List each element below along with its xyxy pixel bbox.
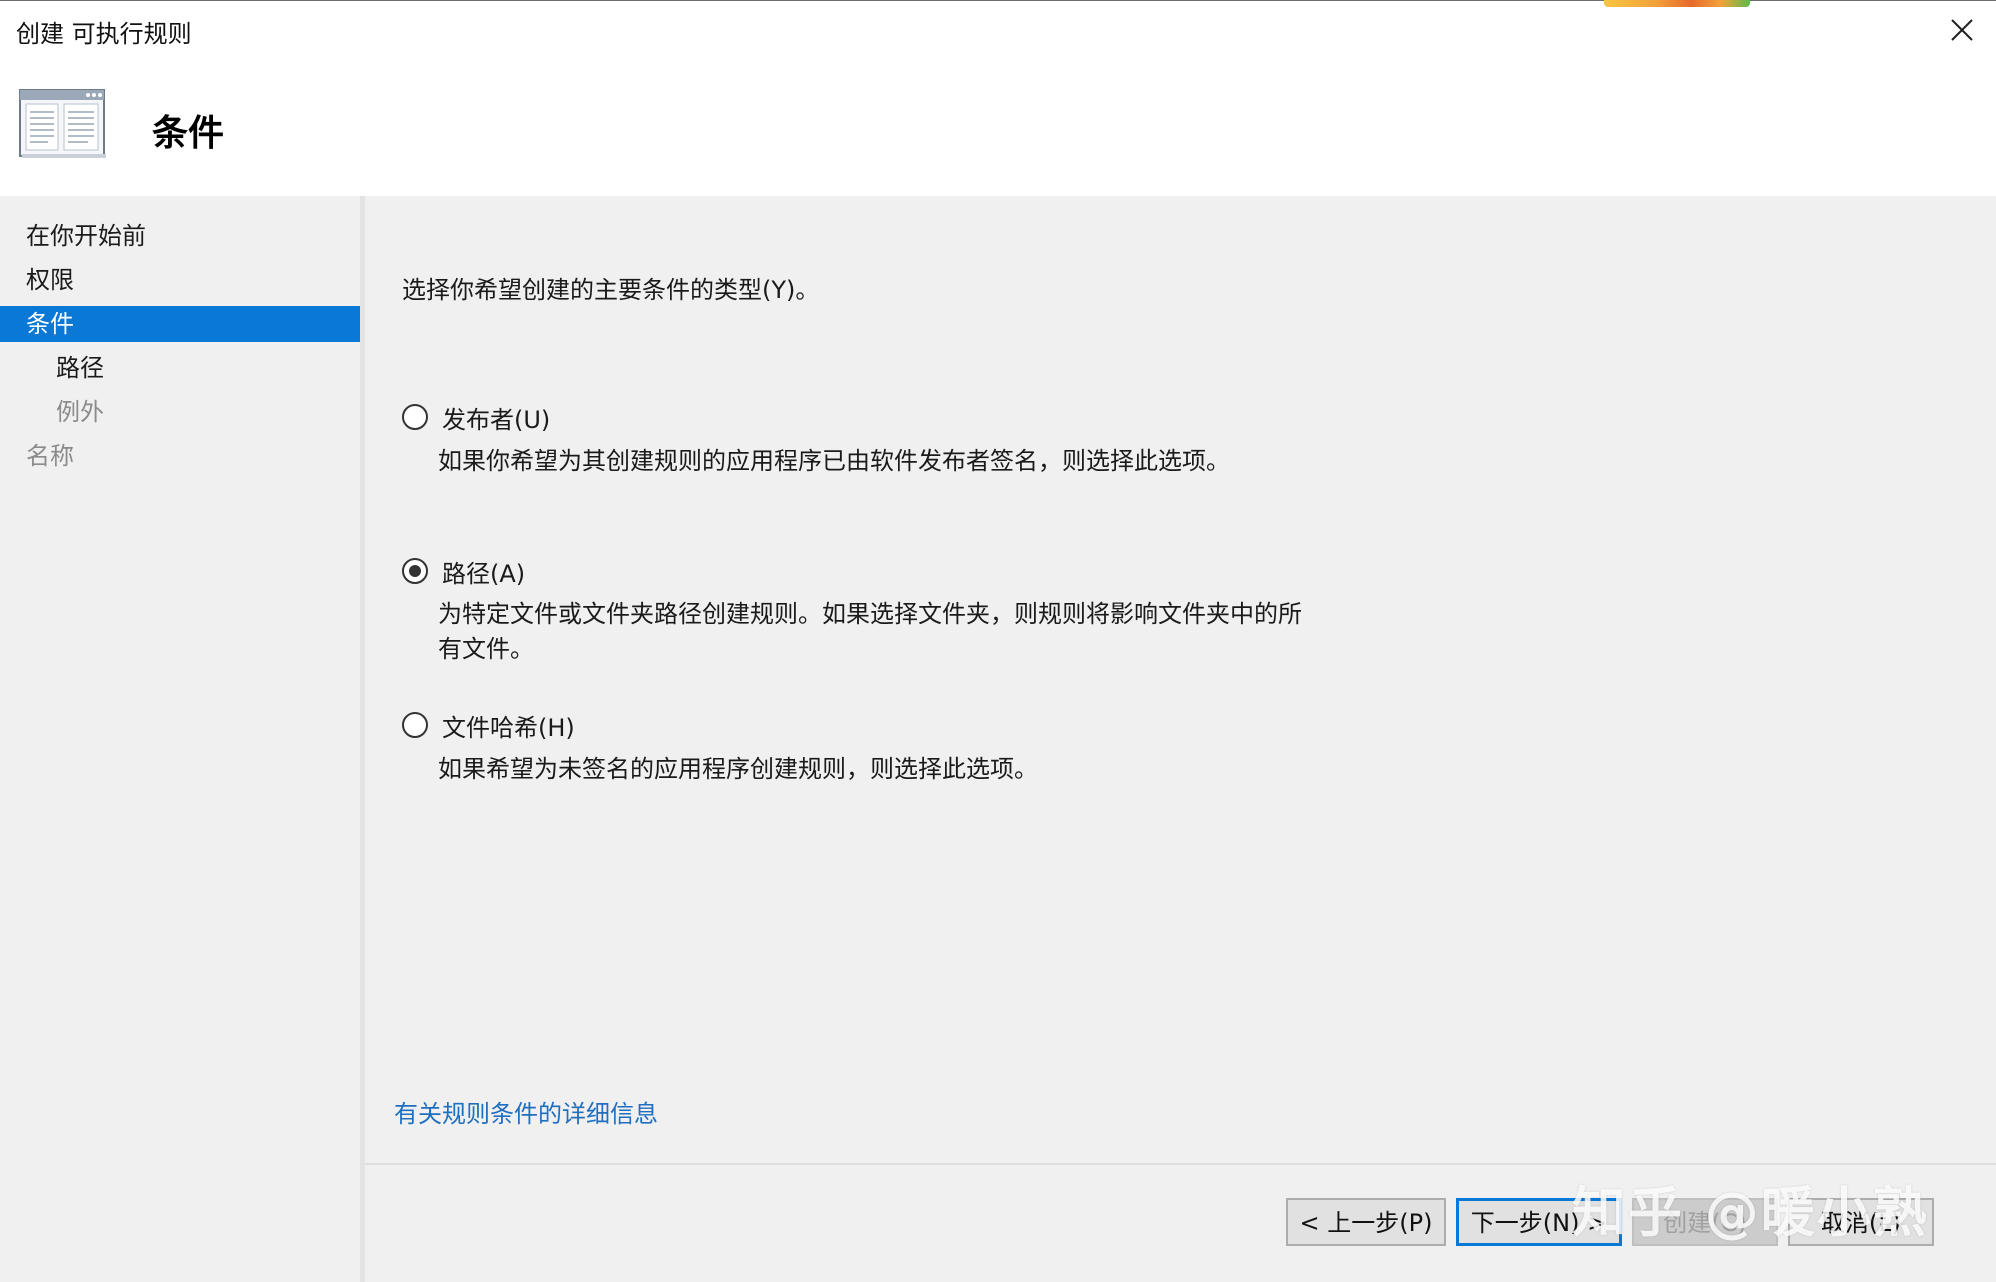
sidebar-item-name: 名称 xyxy=(0,438,360,474)
sidebar-item-exceptions: 例外 xyxy=(0,394,360,430)
help-link[interactable]: 有关规则条件的详细信息 xyxy=(394,1094,658,1129)
sidebar-item-before-you-begin[interactable]: 在你开始前 xyxy=(0,218,360,254)
page-title: 条件 xyxy=(152,113,225,154)
radio-label: 文件哈希(H) xyxy=(442,714,575,742)
radio-button[interactable] xyxy=(402,404,428,430)
close-button[interactable] xyxy=(1938,8,1986,52)
sidebar-item-path[interactable]: 路径 xyxy=(0,350,360,386)
option-description: 如果希望为未签名的应用程序创建规则，则选择此选项。 xyxy=(438,755,1038,783)
rules-window-icon xyxy=(18,86,108,164)
back-button[interactable]: < 上一步(P) xyxy=(1286,1198,1446,1246)
condition-prompt: 选择你希望创建的主要条件的类型(Y)。 xyxy=(402,276,820,304)
sidebar-item-label: 在你开始前 xyxy=(26,222,146,250)
sidebar-item-label: 路径 xyxy=(56,354,104,382)
option-description: 如果你希望为其创建规则的应用程序已由软件发布者签名，则选择此选项。 xyxy=(438,447,1230,475)
radio-label: 路径(A) xyxy=(442,560,526,588)
taskbar-decoration xyxy=(1604,0,1750,7)
sidebar-item-conditions[interactable]: 条件 xyxy=(0,306,360,342)
window-title: 创建 可执行规则 xyxy=(16,20,192,48)
sidebar-item-label: 条件 xyxy=(26,310,74,338)
sidebar-item-label: 例外 xyxy=(56,398,104,426)
radio-button-selected[interactable] xyxy=(402,558,428,584)
option-description: 为特定文件或文件夹路径创建规则。如果选择文件夹，则规则将影响文件夹中的所有文件。 xyxy=(438,600,1302,663)
sidebar-item-label: 权限 xyxy=(26,266,74,294)
close-icon xyxy=(1951,19,1973,41)
radio-dot xyxy=(409,565,421,577)
sidebar-item-label: 名称 xyxy=(26,442,74,470)
radio-label: 发布者(U) xyxy=(442,406,551,434)
sidebar-item-permissions[interactable]: 权限 xyxy=(0,262,360,298)
wizard-content xyxy=(365,196,1996,1163)
watermark: 知乎 @暖小熟 xyxy=(1572,1181,1929,1244)
radio-button[interactable] xyxy=(402,712,428,738)
